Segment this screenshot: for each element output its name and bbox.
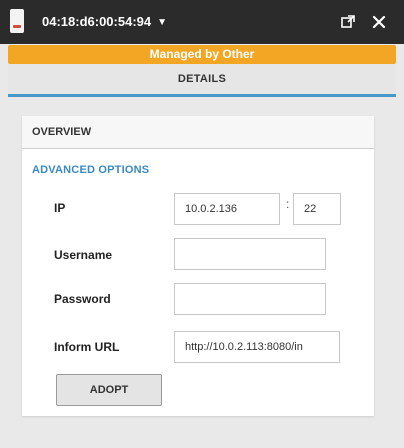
device-window: 04:18:d6:00:54:94 ▼ Managed by Other DETA… bbox=[0, 0, 404, 448]
overview-section-header[interactable]: OVERVIEW bbox=[22, 116, 374, 149]
details-panel: OVERVIEW ADVANCED OPTIONS IP 10.0.2.136 … bbox=[22, 116, 374, 416]
inform-url-input[interactable]: http://10.0.2.113:8080/in bbox=[174, 331, 340, 363]
tab-details[interactable]: DETAILS bbox=[8, 64, 396, 97]
ip-label: IP bbox=[54, 201, 66, 215]
port-separator: : bbox=[286, 197, 290, 211]
username-input[interactable] bbox=[174, 238, 326, 270]
window-title[interactable]: 04:18:d6:00:54:94 ▼ bbox=[42, 0, 167, 44]
port-input[interactable]: 22 bbox=[293, 193, 341, 225]
advanced-options-title[interactable]: ADVANCED OPTIONS bbox=[32, 164, 149, 176]
adopt-button[interactable]: ADOPT bbox=[56, 374, 162, 406]
username-label: Username bbox=[54, 248, 113, 262]
dropdown-caret-icon: ▼ bbox=[157, 17, 168, 28]
close-icon[interactable] bbox=[371, 14, 387, 30]
device-mac-address: 04:18:d6:00:54:94 bbox=[42, 14, 152, 29]
password-input[interactable] bbox=[174, 283, 326, 315]
managed-banner: Managed by Other bbox=[8, 45, 396, 64]
ip-input[interactable]: 10.0.2.136 bbox=[174, 193, 280, 225]
title-bar: 04:18:d6:00:54:94 ▼ bbox=[0, 0, 404, 44]
device-icon bbox=[10, 9, 24, 33]
inform-url-label: Inform URL bbox=[54, 340, 120, 354]
password-label: Password bbox=[54, 292, 111, 306]
popout-icon[interactable] bbox=[340, 14, 356, 30]
